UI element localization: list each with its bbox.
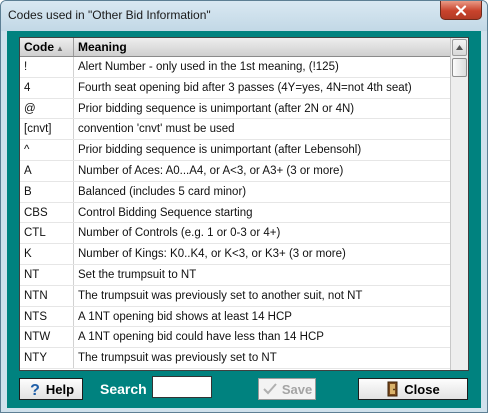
question-mark-icon: ? <box>30 382 40 397</box>
window-title: Codes used in "Other Bid Information" <box>8 8 211 22</box>
door-exit-icon <box>387 381 398 397</box>
meaning-cell: convention 'cnvt' must be used <box>78 123 235 136</box>
table-row[interactable]: [cnvt] convention 'cnvt' must be used <box>20 119 450 141</box>
help-button[interactable]: ? Help <box>19 378 83 400</box>
meaning-cell: The trumpsuit was previously set to anot… <box>78 289 363 302</box>
table-row[interactable]: NTY The trumpsuit was previously set to N… <box>20 348 450 369</box>
code-cell: [cnvt] <box>20 119 74 140</box>
code-cell: @ <box>20 98 74 119</box>
bottom-toolbar: ? Help Search Save Close <box>7 371 481 408</box>
code-cell: A <box>20 160 74 181</box>
meaning-cell: Number of Aces: A0...A4, or A<3, or A3+ … <box>78 164 344 177</box>
table-row[interactable]: NTS A 1NT opening bid shows at least 14 H… <box>20 306 450 328</box>
code-cell: CBS <box>20 202 74 223</box>
code-cell: NTS <box>20 306 74 327</box>
table-row[interactable]: B Balanced (includes 5 card minor) <box>20 181 450 203</box>
close-button[interactable]: Close <box>358 378 468 400</box>
dialog-window: Codes used in "Other Bid Information" Co… <box>0 0 488 413</box>
save-button-label: Save <box>281 381 313 397</box>
table-row[interactable]: K Number of Kings: K0..K4, or K<3, or K3+… <box>20 244 450 265</box>
svg-text:?: ? <box>30 382 40 397</box>
code-cell: ! <box>20 57 74 77</box>
table-row[interactable]: NTW A 1NT opening bid could have less tha… <box>20 327 450 349</box>
code-cell: ^ <box>20 140 74 160</box>
scroll-up-button[interactable] <box>452 39 467 56</box>
close-x-icon <box>455 4 467 16</box>
meaning-cell: Balanced (includes 5 card minor) <box>78 185 247 198</box>
meaning-cell: Alert Number - only used in the 1st mean… <box>78 61 339 73</box>
chevron-up-icon <box>456 45 463 50</box>
table-body: ! Alert Number - only used in the 1st mea… <box>20 57 450 369</box>
column-header-meaning[interactable]: Meaning <box>74 38 450 56</box>
meaning-cell: A 1NT opening bid could have less than 1… <box>78 331 324 344</box>
column-header-label: Code <box>24 40 54 54</box>
meaning-cell: Number of Controls (e.g. 1 or 0-3 or 4+) <box>78 227 281 240</box>
search-input[interactable] <box>152 376 212 398</box>
vertical-scrollbar[interactable] <box>450 38 468 370</box>
close-button-label: Close <box>404 381 440 397</box>
code-cell: B <box>20 181 74 202</box>
sort-ascending-icon: ▲ <box>56 44 64 53</box>
code-cell: NT <box>20 264 74 285</box>
meaning-cell: Prior bidding sequence is unimportant (a… <box>78 102 355 115</box>
meaning-cell: A 1NT opening bid shows at least 14 HCP <box>78 310 292 323</box>
table-row[interactable]: A Number of Aces: A0...A4, or A<3, or A3+… <box>20 160 450 182</box>
code-cell: 4 <box>20 77 74 98</box>
meaning-cell: Control Bidding Sequence starting <box>78 206 253 219</box>
table-row[interactable]: ^ Prior bidding sequence is unimportant (… <box>20 140 450 161</box>
scroll-thumb[interactable] <box>452 58 467 77</box>
table-row[interactable]: CTL Number of Controls (e.g. 1 or 0-3 or … <box>20 223 450 245</box>
title-bar[interactable]: Codes used in "Other Bid Information" <box>1 1 487 31</box>
code-cell: NTN <box>20 285 74 306</box>
save-button[interactable]: Save <box>258 378 316 400</box>
table-row[interactable]: NT Set the trumpsuit to NT <box>20 264 450 286</box>
help-button-label: Help <box>45 381 75 397</box>
code-cell: CTL <box>20 223 74 244</box>
meaning-cell: The trumpsuit was previously set to NT <box>78 352 277 365</box>
code-cell: K <box>20 244 74 264</box>
codes-table: Code ▲ Meaning ! Alert Number - only used … <box>19 37 469 371</box>
meaning-cell: Prior bidding sequence is unimportant (a… <box>78 144 362 157</box>
meaning-cell: Fourth seat opening bid after 3 passes (… <box>78 81 412 94</box>
code-cell: NTY <box>20 348 74 368</box>
search-label: Search <box>100 381 147 397</box>
column-header-code[interactable]: Code ▲ <box>20 38 74 56</box>
table-header: Code ▲ Meaning <box>20 38 450 57</box>
window-close-button[interactable] <box>440 1 482 20</box>
table-row[interactable]: ! Alert Number - only used in the 1st mea… <box>20 57 450 78</box>
checkmark-icon <box>263 383 277 395</box>
meaning-cell: Set the trumpsuit to NT <box>78 268 197 281</box>
column-header-label: Meaning <box>78 40 127 54</box>
table-row[interactable]: CBS Control Bidding Sequence starting <box>20 202 450 224</box>
dialog-body: Code ▲ Meaning ! Alert Number - only used … <box>7 31 481 408</box>
meaning-cell: Number of Kings: K0..K4, or K<3, or K3+ … <box>78 248 346 261</box>
table-row[interactable]: @ Prior bidding sequence is unimportant (… <box>20 98 450 120</box>
table-row[interactable]: NTN The trumpsuit was previously set to a… <box>20 285 450 307</box>
table-row[interactable]: 4 Fourth seat opening bid after 3 passes … <box>20 77 450 99</box>
code-cell: NTW <box>20 327 74 348</box>
